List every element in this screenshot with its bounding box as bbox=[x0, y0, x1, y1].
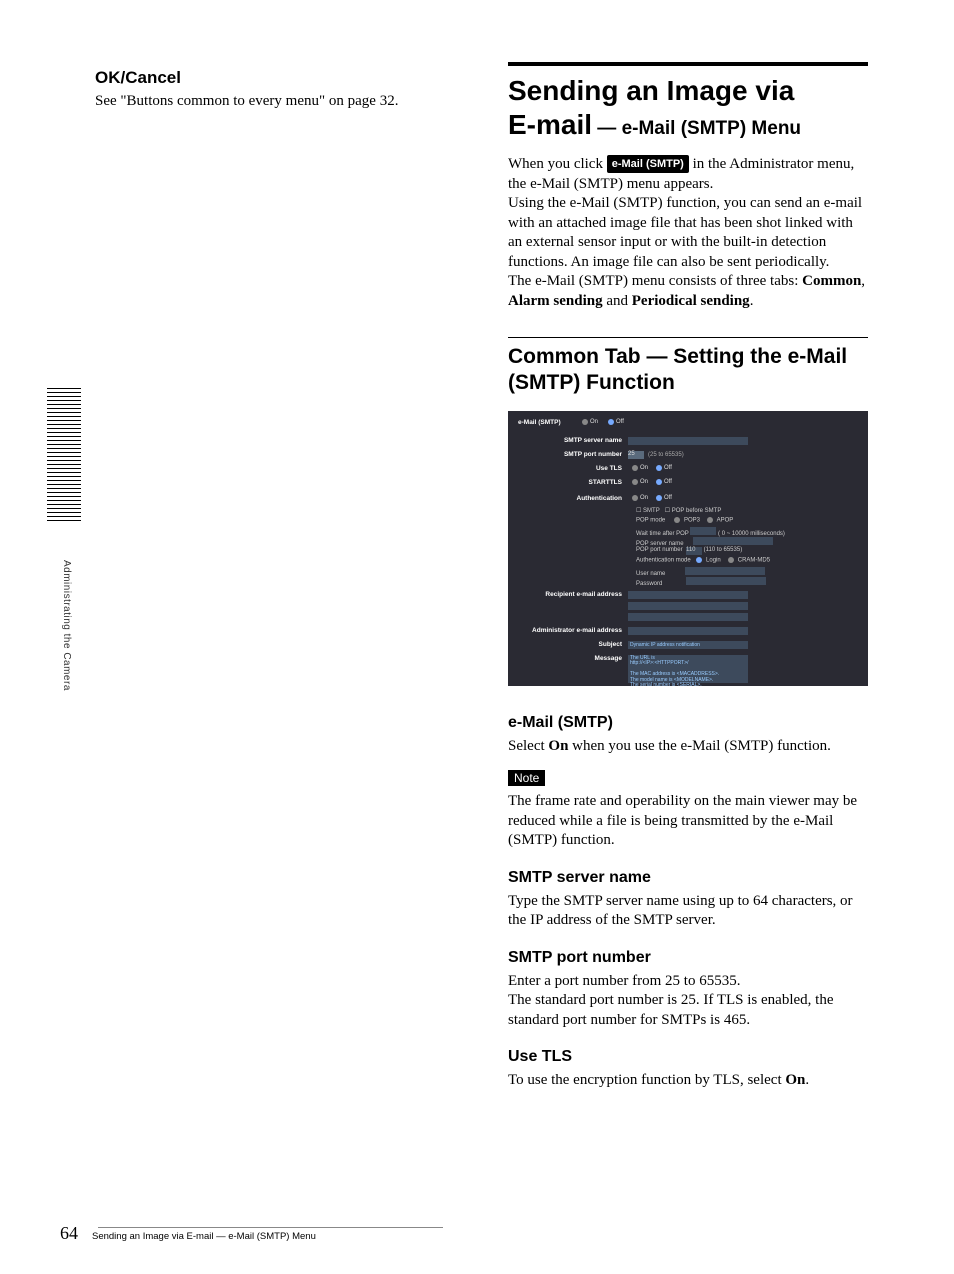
page-number: 64 bbox=[60, 1223, 78, 1244]
title-line2a: E-mail bbox=[508, 109, 592, 140]
footer: 64 Sending an Image via E-mail — e-Mail … bbox=[60, 1223, 316, 1244]
left-column: OK/Cancel See "Buttons common to every m… bbox=[95, 68, 440, 112]
email-smtp-button-label: e-Mail (SMTP) bbox=[607, 155, 689, 173]
heading-rule bbox=[508, 62, 868, 66]
right-column: Sending an Image via E-mail — e-Mail (SM… bbox=[508, 62, 868, 1091]
intro-p1: When you click e-Mail (SMTP) in the Admi… bbox=[508, 155, 868, 194]
email-smtp-heading: e-Mail (SMTP) bbox=[508, 714, 868, 732]
ok-cancel-heading: OK/Cancel bbox=[95, 68, 440, 88]
note-label: Note bbox=[508, 770, 545, 786]
use-tls-text: To use the encryption function by TLS, s… bbox=[508, 1071, 868, 1091]
ok-cancel-text: See "Buttons common to every menu" on pa… bbox=[95, 92, 440, 112]
title-line2b: — e-Mail (SMTP) Menu bbox=[592, 118, 801, 139]
use-tls-heading: Use TLS bbox=[508, 1048, 868, 1066]
intro-p3: The e-Mail (SMTP) menu consists of three… bbox=[508, 272, 868, 311]
main-heading: Sending an Image via E-mail — e-Mail (SM… bbox=[508, 74, 868, 141]
smtp-port-text: Enter a port number from 25 to 65535. Th… bbox=[508, 972, 868, 1031]
footer-title: Sending an Image via E-mail — e-Mail (SM… bbox=[92, 1231, 316, 1242]
margin-decoration bbox=[47, 388, 81, 524]
title-line1: Sending an Image via bbox=[508, 75, 794, 106]
settings-screenshot: e-Mail (SMTP)OnOff SMTP server name SMTP… bbox=[508, 411, 868, 686]
intro-p2: Using the e-Mail (SMTP) function, you ca… bbox=[508, 194, 868, 272]
smtp-server-text: Type the SMTP server name using up to 64… bbox=[508, 892, 868, 931]
smtp-server-heading: SMTP server name bbox=[508, 869, 868, 887]
section-rule bbox=[508, 337, 868, 338]
sidebar-section-label: Administrating the Camera bbox=[61, 560, 72, 691]
note-text: The frame rate and operability on the ma… bbox=[508, 792, 868, 851]
email-smtp-text: Select On when you use the e-Mail (SMTP)… bbox=[508, 737, 868, 757]
smtp-port-heading: SMTP port number bbox=[508, 949, 868, 967]
section-heading: Common Tab — Setting the e-Mail (SMTP) F… bbox=[508, 344, 868, 397]
